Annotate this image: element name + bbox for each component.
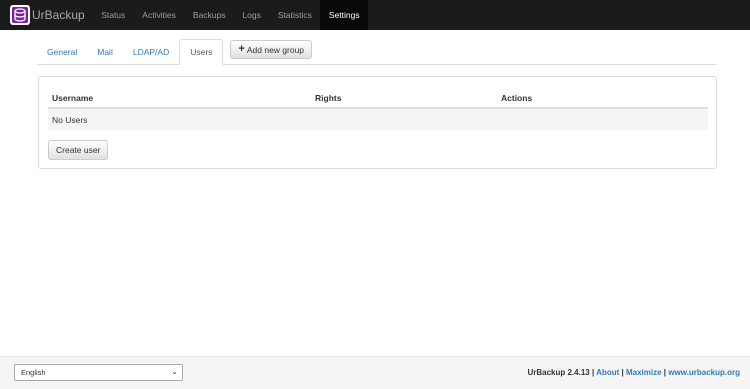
tab-users[interactable]: Users	[179, 39, 224, 65]
brand-name: UrBackup	[32, 8, 85, 22]
separator: |	[663, 368, 667, 377]
no-users-text: No Users	[52, 114, 88, 125]
footer: English ⌄ UrBackup 2.4.13 | About | Maxi…	[0, 356, 750, 389]
footer-links: UrBackup 2.4.13 | About | Maximize | www…	[527, 368, 740, 377]
add-new-group-button[interactable]: + Add new group	[230, 40, 313, 59]
nav-settings[interactable]: Settings	[320, 0, 369, 30]
nav-activities[interactable]: Activities	[134, 0, 185, 30]
nav-status[interactable]: Status	[93, 0, 134, 30]
users-table-header: Username Rights Actions	[48, 91, 708, 109]
tab-general[interactable]: General	[37, 39, 87, 64]
create-user-button[interactable]: Create user	[48, 140, 109, 160]
plus-icon: +	[238, 43, 245, 55]
nav-statistics[interactable]: Statistics	[269, 0, 320, 30]
nav-backups[interactable]: Backups	[184, 0, 234, 30]
version-text: UrBackup 2.4.13	[527, 368, 590, 377]
column-actions: Actions	[501, 93, 533, 103]
website-link[interactable]: www.urbackup.org	[668, 368, 740, 377]
column-rights: Rights	[315, 93, 342, 103]
table-row-empty: No Users	[48, 109, 708, 130]
top-navbar: UrBackup Status Activities Backups Logs …	[0, 0, 750, 30]
urbackup-logo-icon	[10, 5, 30, 25]
users-panel: Username Rights Actions No Users Create …	[38, 76, 717, 169]
tab-ldap-ad[interactable]: LDAP/AD	[123, 39, 179, 64]
settings-tabs: General Mail LDAP/AD Users + Add new gro…	[37, 39, 717, 65]
language-select[interactable]: English ⌄	[14, 364, 183, 381]
separator: |	[621, 368, 624, 377]
language-selected-value: English	[21, 368, 46, 377]
separator: |	[591, 368, 595, 377]
nav-logs[interactable]: Logs	[234, 0, 269, 30]
brand[interactable]: UrBackup	[0, 0, 93, 30]
maximize-link[interactable]: Maximize	[626, 368, 662, 377]
chevron-down-icon: ⌄	[171, 367, 178, 376]
column-username: Username	[52, 93, 94, 103]
add-new-group-label: Add new group	[246, 44, 305, 55]
about-link[interactable]: About	[596, 368, 619, 377]
tab-mail[interactable]: Mail	[87, 39, 123, 64]
